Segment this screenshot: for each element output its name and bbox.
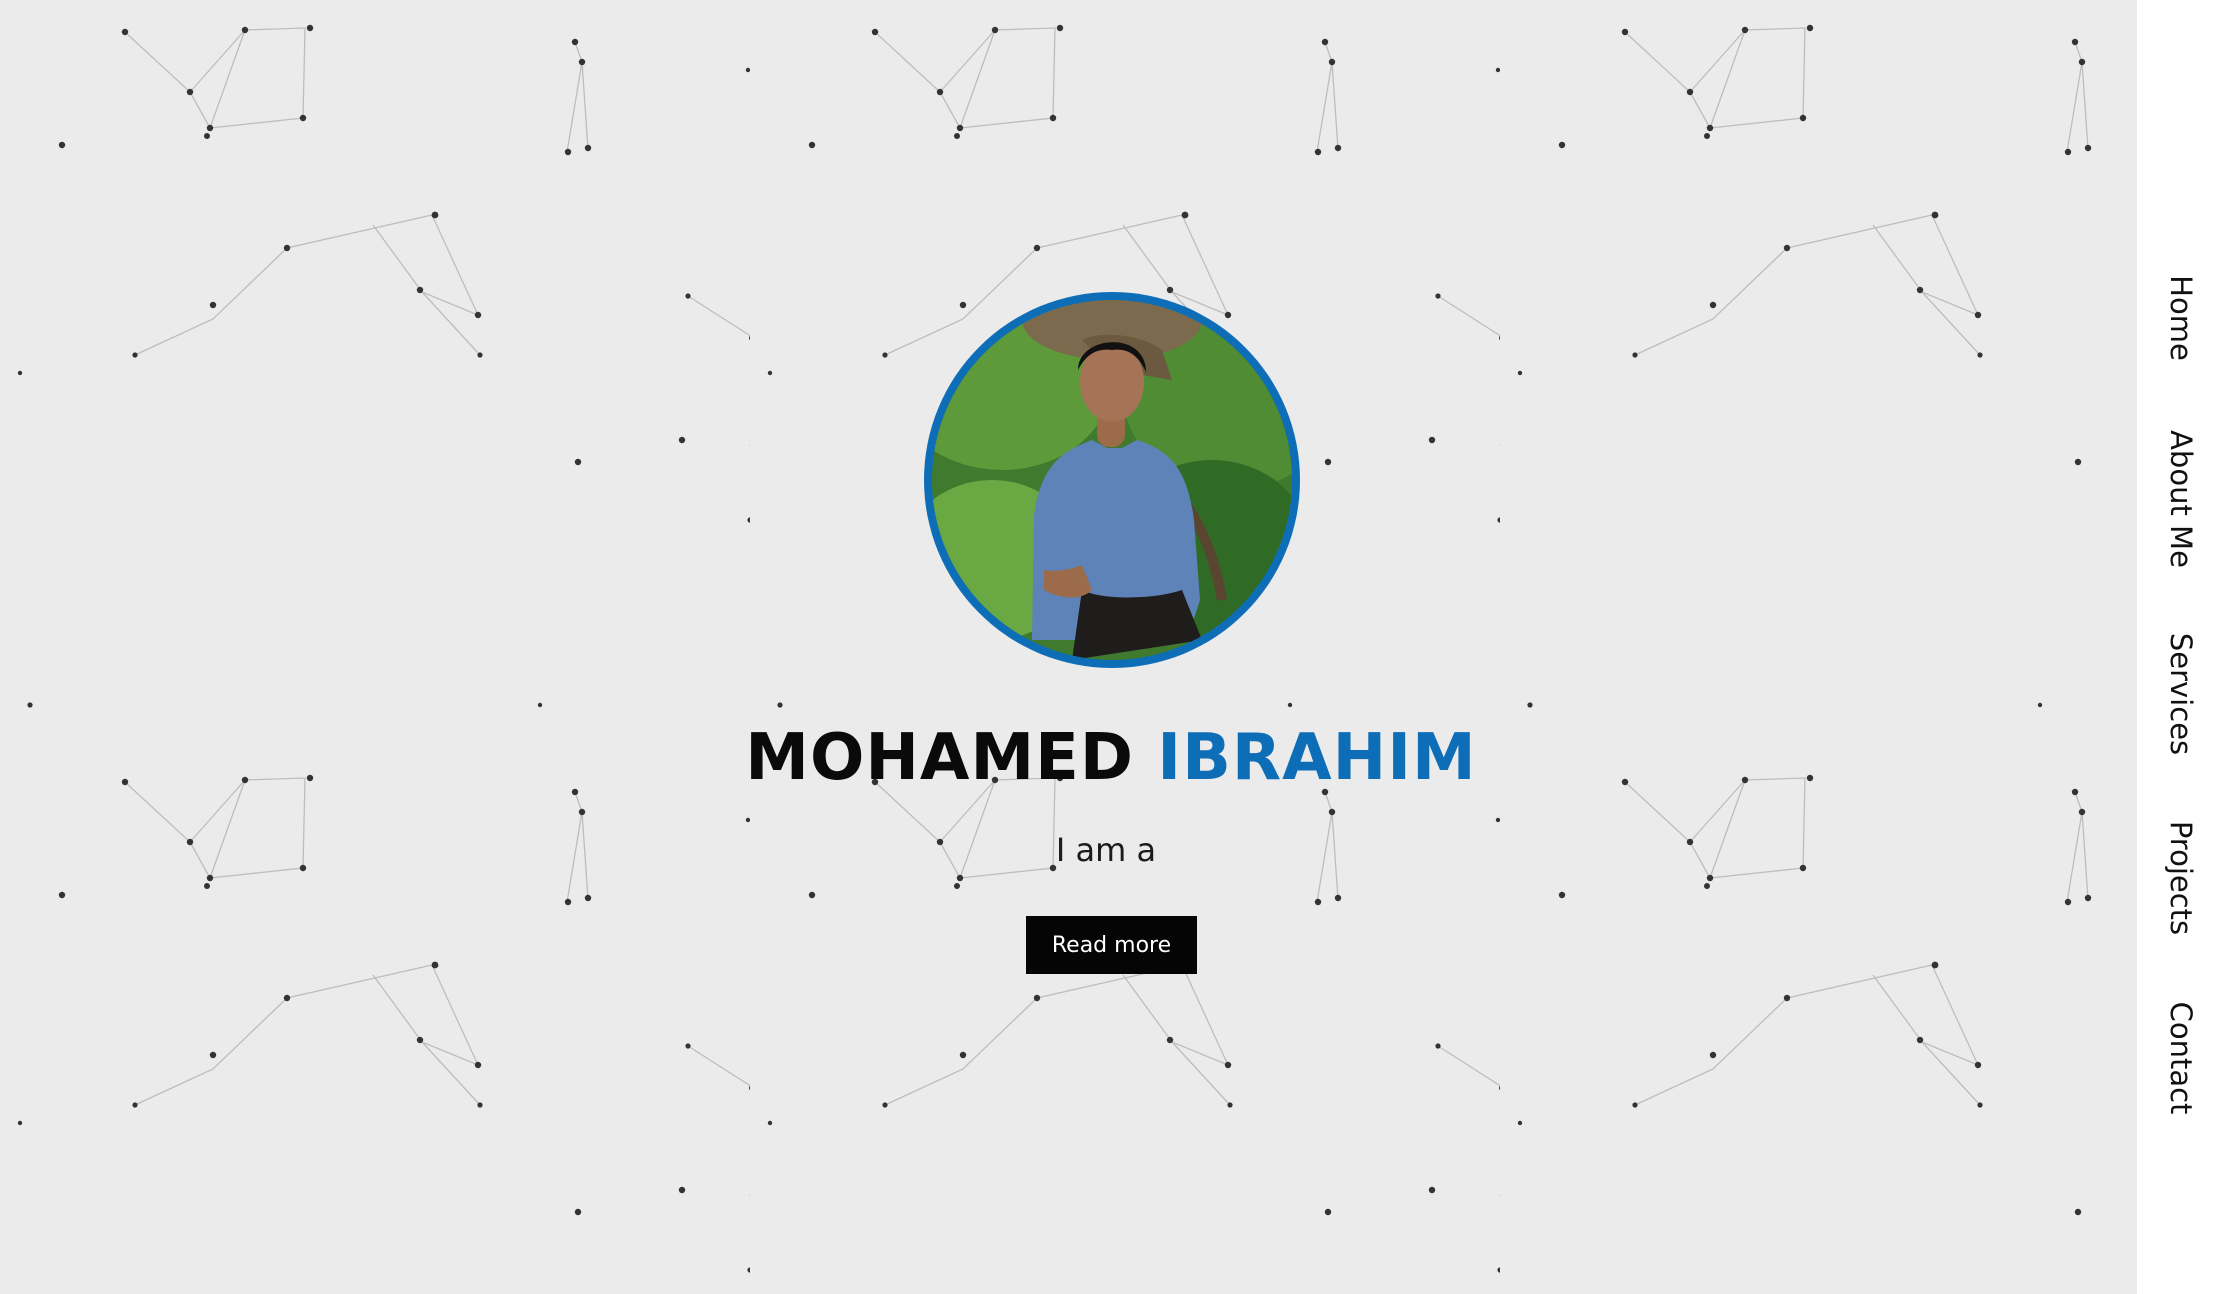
nav-item-home[interactable]: Home — [2164, 275, 2198, 361]
side-nav: Home About Me Services Projects Contact — [2137, 0, 2226, 1294]
tagline: I am a — [1055, 831, 1157, 869]
nav-item-about-me[interactable]: About Me — [2164, 430, 2198, 568]
avatar — [924, 292, 1300, 668]
read-more-button[interactable]: Read more — [1026, 916, 1197, 974]
nav-item-services[interactable]: Services — [2164, 633, 2198, 755]
nav-item-contact[interactable]: Contact — [2164, 1002, 2198, 1115]
first-name: MOHAMED — [745, 721, 1134, 795]
page-title: MOHAMED IBRAHIM — [0, 718, 2137, 798]
hero-section: MOHAMED IBRAHIM I am a Read more — [0, 0, 2137, 1294]
nav-item-projects[interactable]: Projects — [2164, 821, 2198, 935]
profile-photo-icon — [932, 300, 1292, 660]
last-name: IBRAHIM — [1157, 721, 1477, 795]
